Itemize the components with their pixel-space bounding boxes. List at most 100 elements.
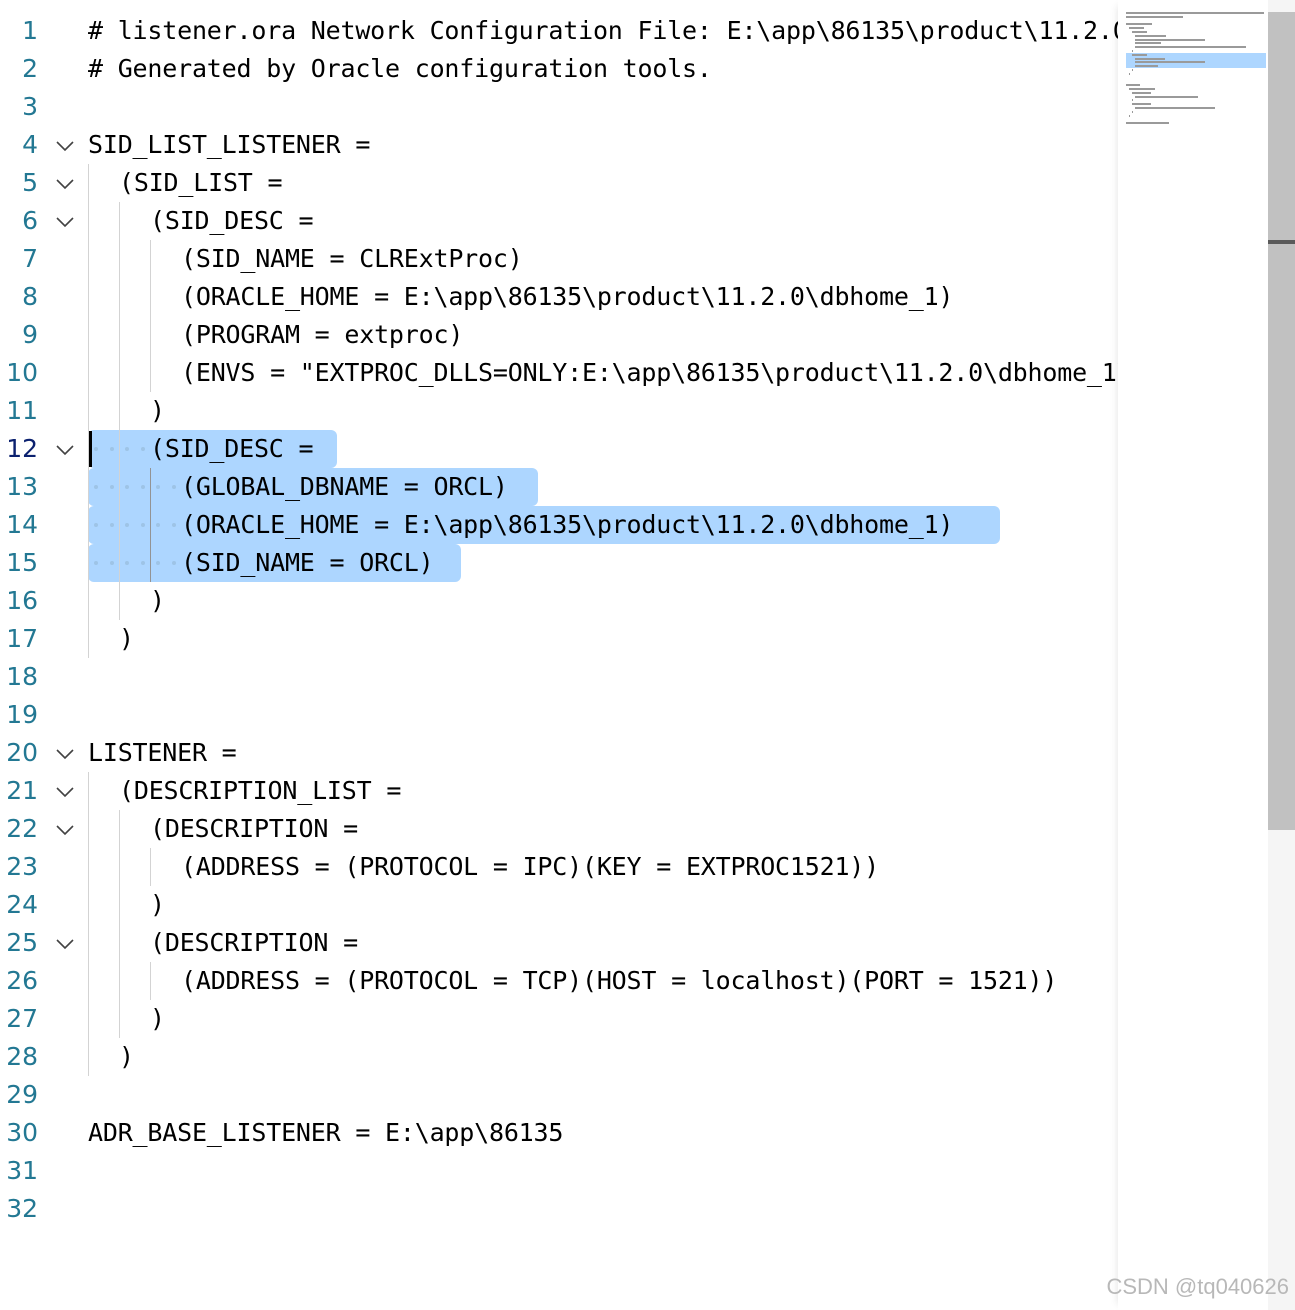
minimap[interactable] bbox=[1118, 0, 1268, 1310]
line-number: 5 bbox=[22, 168, 38, 197]
code-text: (SID_NAME = CLRExtProc) bbox=[181, 244, 523, 273]
vertical-scrollbar[interactable] bbox=[1268, 0, 1295, 1310]
editor-text-area[interactable]: 1 # listener.ora Network Configuration Fi… bbox=[0, 0, 1118, 1310]
line-number: 15 bbox=[6, 548, 38, 577]
code-text: (DESCRIPTION = bbox=[150, 928, 358, 957]
code-line[interactable]: 5 (SID_LIST = bbox=[0, 164, 1118, 202]
minimap-line bbox=[1135, 65, 1158, 68]
code-text: (ORACLE_HOME = E:\app\86135\product\11.2… bbox=[181, 510, 954, 539]
minimap-line bbox=[1135, 95, 1199, 98]
line-number: 16 bbox=[6, 586, 38, 615]
line-number: 9 bbox=[22, 320, 38, 349]
code-text: ) bbox=[150, 890, 165, 919]
watermark: CSDN @tq040626 bbox=[1106, 1274, 1289, 1299]
code-line[interactable]: 2 # Generated by Oracle configuration too… bbox=[0, 50, 1118, 88]
code-line[interactable]: 7 (SID_NAME = CLRExtProc) bbox=[0, 240, 1118, 278]
chevron-down-icon[interactable] bbox=[55, 138, 75, 152]
code-line[interactable]: 15 (SID_NAME = ORCL) bbox=[0, 544, 1118, 582]
minimap-line bbox=[1126, 84, 1140, 87]
code-line[interactable]: 20 LISTENER = bbox=[0, 734, 1118, 772]
code-editor[interactable]: 1 # listener.ora Network Configuration Fi… bbox=[0, 0, 1295, 1310]
scrollbar-thumb[interactable] bbox=[1268, 12, 1295, 830]
minimap-line bbox=[1135, 61, 1206, 64]
chevron-down-icon[interactable] bbox=[55, 936, 75, 950]
line-number: 2 bbox=[22, 54, 38, 83]
code-line[interactable]: 1 # listener.ora Network Configuration Fi… bbox=[0, 12, 1118, 50]
chevron-down-icon[interactable] bbox=[55, 214, 75, 228]
chevron-down-icon[interactable] bbox=[55, 784, 75, 798]
minimap-line bbox=[1132, 110, 1134, 113]
line-number: 27 bbox=[6, 1004, 38, 1033]
line-number: 28 bbox=[6, 1042, 38, 1071]
code-line[interactable]: 3 bbox=[0, 88, 1118, 126]
code-line[interactable]: 14 (ORACLE_HOME = E:\app\86135\product\11… bbox=[0, 506, 1118, 544]
code-text: ) bbox=[150, 586, 165, 615]
code-line[interactable]: 11) bbox=[0, 392, 1118, 430]
minimap-line bbox=[1135, 38, 1206, 41]
code-line[interactable]: 28) bbox=[0, 1038, 1118, 1076]
code-text: ADR_BASE_LISTENER = E:\app\86135 bbox=[88, 1118, 564, 1147]
code-text: # Generated by Oracle configuration tool… bbox=[88, 54, 712, 83]
line-number: 11 bbox=[6, 396, 38, 425]
code-line[interactable]: 27) bbox=[0, 1000, 1118, 1038]
line-number: 22 bbox=[6, 814, 38, 843]
code-line[interactable]: 29 bbox=[0, 1076, 1118, 1114]
code-line[interactable]: 22 (DESCRIPTION = bbox=[0, 810, 1118, 848]
code-text: (PROGRAM = extproc) bbox=[181, 320, 464, 349]
scrollbar-cursor-marker bbox=[1268, 240, 1295, 244]
code-line[interactable]: 16) bbox=[0, 582, 1118, 620]
code-line[interactable]: 24) bbox=[0, 886, 1118, 924]
code-line[interactable]: 21 (DESCRIPTION_LIST = bbox=[0, 772, 1118, 810]
code-text: SID_LIST_LISTENER = bbox=[88, 130, 371, 159]
chevron-down-icon[interactable] bbox=[55, 822, 75, 836]
line-number: 7 bbox=[22, 244, 38, 273]
minimap-line bbox=[1126, 23, 1152, 26]
code-line[interactable]: 8 (ORACLE_HOME = E:\app\86135\product\11.… bbox=[0, 278, 1118, 316]
line-number: 30 bbox=[6, 1118, 38, 1147]
minimap-line bbox=[1135, 34, 1167, 37]
line-number: 26 bbox=[6, 966, 38, 995]
code-line[interactable]: 10 (ENVS = "EXTPROC_DLLS=ONLY:E:\app\8613… bbox=[0, 354, 1118, 392]
minimap-line bbox=[1135, 46, 1246, 49]
line-number: 12 bbox=[6, 434, 38, 463]
code-line[interactable]: 9 (PROGRAM = extproc) bbox=[0, 316, 1118, 354]
code-text: (ADDRESS = (PROTOCOL = IPC)(KEY = EXTPRO… bbox=[181, 852, 880, 881]
line-number: 29 bbox=[6, 1080, 38, 1109]
code-text: (SID_DESC = bbox=[150, 434, 314, 463]
line-number: 20 bbox=[6, 738, 38, 767]
code-line[interactable]: 17) bbox=[0, 620, 1118, 658]
code-text: ) bbox=[150, 1004, 165, 1033]
minimap-line bbox=[1129, 88, 1155, 90]
minimap-line bbox=[1126, 15, 1183, 18]
line-number: 21 bbox=[6, 776, 38, 805]
minimap-line bbox=[1132, 50, 1134, 52]
line-number: 31 bbox=[6, 1156, 38, 1185]
minimap-line bbox=[1129, 72, 1131, 75]
chevron-down-icon[interactable] bbox=[55, 442, 75, 456]
code-line[interactable]: 30 ADR_BASE_LISTENER = E:\app\86135 bbox=[0, 1114, 1118, 1152]
code-line[interactable]: 26 (ADDRESS = (PROTOCOL = TCP)(HOST = loc… bbox=[0, 962, 1118, 1000]
minimap-line bbox=[1135, 107, 1215, 109]
line-number: 3 bbox=[22, 92, 38, 121]
chevron-down-icon[interactable] bbox=[55, 746, 75, 760]
minimap-line bbox=[1126, 12, 1264, 14]
line-number: 24 bbox=[6, 890, 38, 919]
minimap-line bbox=[1129, 27, 1144, 30]
line-number: 10 bbox=[6, 358, 38, 387]
minimap-line bbox=[1132, 103, 1151, 106]
code-text: (DESCRIPTION_LIST = bbox=[119, 776, 402, 805]
code-line[interactable]: 13 (GLOBAL_DBNAME = ORCL) bbox=[0, 468, 1118, 506]
code-line[interactable]: 19 bbox=[0, 696, 1118, 734]
code-line[interactable]: 25 (DESCRIPTION = bbox=[0, 924, 1118, 962]
code-line[interactable]: 18 bbox=[0, 658, 1118, 696]
code-line[interactable]: 12 (SID_DESC = bbox=[0, 430, 1118, 468]
code-line[interactable]: 6 (SID_DESC = bbox=[0, 202, 1118, 240]
chevron-down-icon[interactable] bbox=[55, 176, 75, 190]
code-line[interactable]: 4 SID_LIST_LISTENER = bbox=[0, 126, 1118, 164]
minimap-line bbox=[1132, 31, 1147, 33]
code-line[interactable]: 32 bbox=[0, 1190, 1118, 1228]
minimap-line bbox=[1135, 57, 1165, 60]
code-line[interactable]: 23 (ADDRESS = (PROTOCOL = IPC)(KEY = EXTP… bbox=[0, 848, 1118, 886]
line-number: 23 bbox=[6, 852, 38, 881]
code-line[interactable]: 31 bbox=[0, 1152, 1118, 1190]
